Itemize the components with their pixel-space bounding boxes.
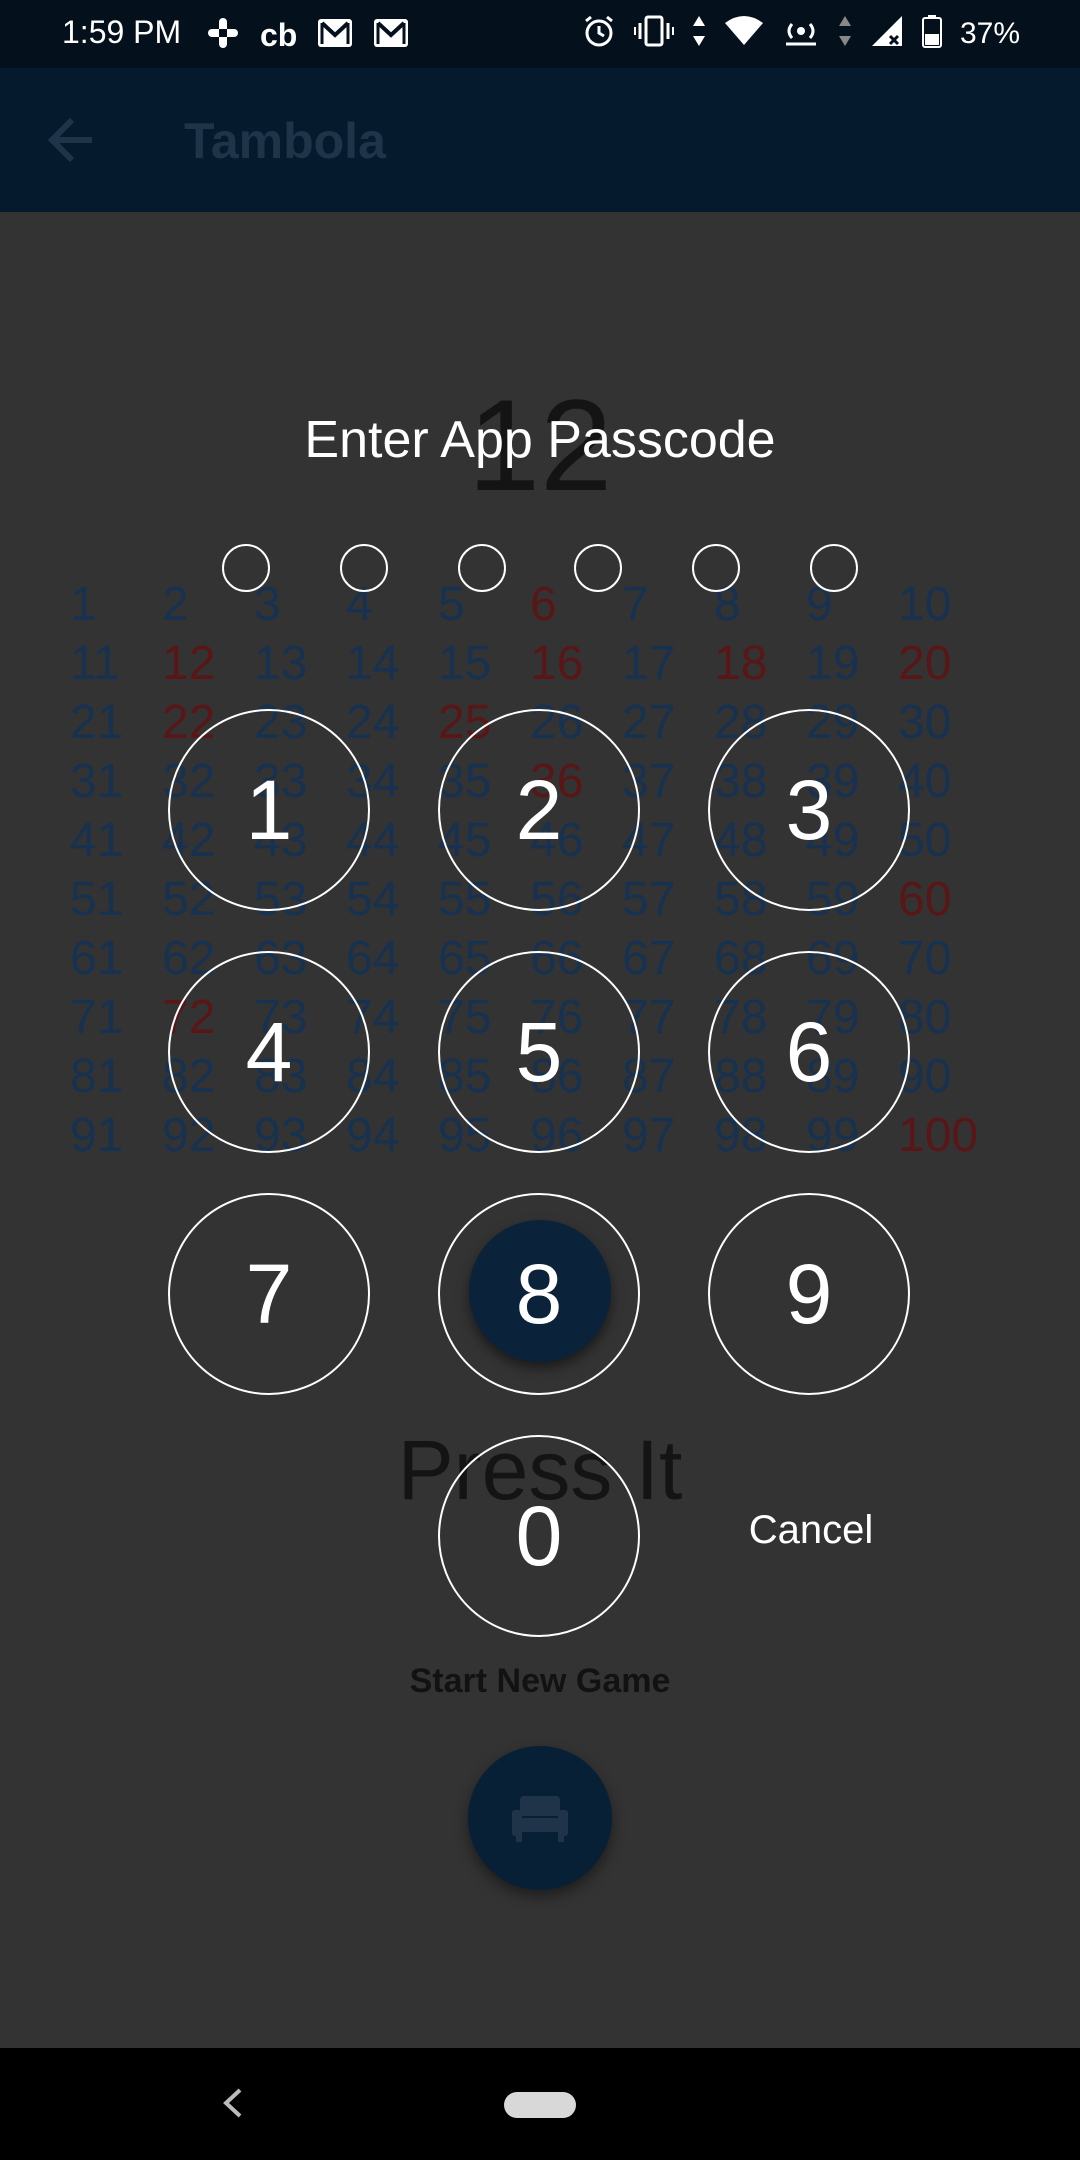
board-number-cell: 91 (70, 1109, 124, 1162)
status-system-icons: 37% (582, 14, 1020, 53)
cb-icon: cb (260, 17, 298, 53)
wifi-icon (724, 15, 764, 52)
gmail-icon (373, 18, 409, 53)
passcode-dot (692, 544, 740, 592)
board-number-cell: 97 (622, 1109, 676, 1162)
board-number-cell: 54 (346, 873, 400, 926)
back-arrow-icon[interactable] (46, 114, 98, 166)
slack-icon (206, 16, 240, 55)
passcode-dot (574, 544, 622, 592)
board-number-cell: 60 (898, 873, 952, 926)
board-number-cell: 12 (162, 637, 216, 690)
cancel-button[interactable]: Cancel (720, 1508, 902, 1568)
board-number-cell: 30 (898, 696, 952, 749)
status-bar: 1:59 PM cb 37% (0, 0, 1080, 68)
board-number-cell: 51 (70, 873, 124, 926)
board-number-cell: 14 (346, 637, 400, 690)
passcode-dot (458, 544, 506, 592)
keypad-key-7[interactable]: 7 (168, 1193, 370, 1395)
alarm-icon (582, 14, 616, 53)
data-arrows-icon (692, 14, 706, 53)
board-number-cell: 13 (254, 637, 308, 690)
board-number-cell: 50 (898, 814, 952, 867)
board-number-cell: 90 (898, 1050, 952, 1103)
battery-icon (921, 14, 942, 53)
battery-percentage: 37% (959, 16, 1020, 50)
board-number-cell: 61 (70, 932, 124, 985)
board-number-cell: 71 (70, 991, 124, 1044)
board-number-cell: 27 (622, 696, 676, 749)
passcode-title: Enter App Passcode (304, 411, 776, 469)
app-bar: Tambola (0, 68, 1080, 212)
board-number-cell: 11 (70, 637, 120, 690)
board-number-cell: 57 (622, 873, 676, 926)
board-number-cell: 16 (530, 637, 584, 690)
keypad-key-3[interactable]: 3 (708, 709, 910, 911)
board-number-cell: 21 (70, 696, 124, 749)
board-number-cell: 17 (622, 637, 676, 690)
nav-home-pill-icon[interactable] (504, 2092, 576, 2118)
passcode-dot (222, 544, 270, 592)
status-time: 1:59 PM (62, 14, 182, 50)
board-number-cell: 20 (898, 637, 952, 690)
keypad-key-1[interactable]: 1 (168, 709, 370, 911)
board-number-cell: 100 (898, 1109, 979, 1162)
nav-back-icon[interactable] (220, 2086, 246, 2125)
board-number-cell: 80 (898, 991, 952, 1044)
signal-icon (870, 14, 904, 53)
keypad-key-2[interactable]: 2 (438, 709, 640, 911)
app-title: Tambola (184, 113, 386, 169)
board-number-cell: 18 (714, 637, 768, 690)
keypad-key-4[interactable]: 4 (168, 951, 370, 1153)
board-number-cell: 24 (346, 696, 400, 749)
data-arrows-icon (838, 14, 852, 53)
vibrate-icon (633, 14, 674, 53)
keypad-key-8[interactable]: 8 (438, 1193, 640, 1395)
board-number-cell: 31 (70, 755, 124, 808)
keypad-key-5[interactable]: 5 (438, 951, 640, 1153)
board-number-cell: 40 (898, 755, 952, 808)
keypad-key-0[interactable]: 0 (438, 1435, 640, 1637)
sofa-icon (512, 1796, 568, 1842)
board-number-cell: 81 (70, 1050, 124, 1103)
start-new-game-button[interactable] (468, 1746, 612, 1890)
board-number-cell: 70 (898, 932, 952, 985)
board-number-cell: 67 (622, 932, 676, 985)
board-number-cell: 19 (806, 637, 860, 690)
hotspot-icon (782, 14, 820, 53)
board-number-cell: 41 (70, 814, 124, 867)
board-number-cell: 64 (346, 932, 400, 985)
gmail-icon (317, 18, 353, 53)
start-new-game-label: Start New Game (409, 1662, 671, 1700)
keypad-key-9[interactable]: 9 (708, 1193, 910, 1395)
passcode-dots (0, 544, 1080, 596)
board-number-cell: 94 (346, 1109, 400, 1162)
status-notification-icons: cb (206, 16, 409, 55)
board-number-cell: 15 (438, 637, 492, 690)
keypad-key-6[interactable]: 6 (708, 951, 910, 1153)
passcode-dot (340, 544, 388, 592)
passcode-dot (810, 544, 858, 592)
